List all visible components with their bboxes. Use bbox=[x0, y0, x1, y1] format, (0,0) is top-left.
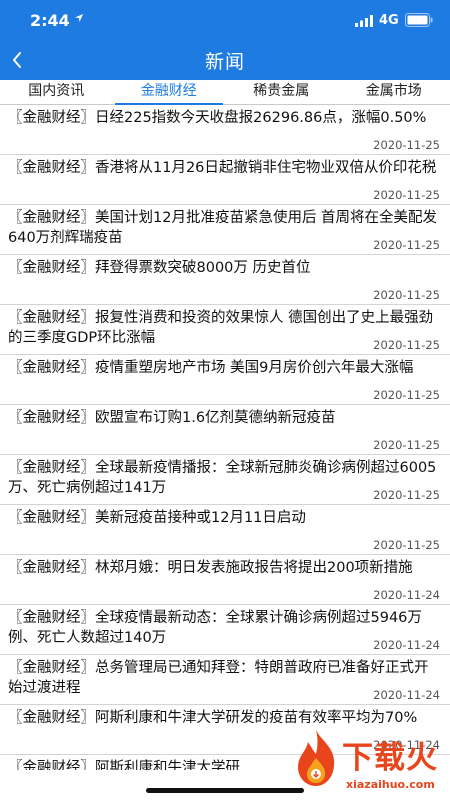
news-date: 2020-11-25 bbox=[373, 238, 440, 252]
news-item[interactable]: 〖金融财经〗疫情重塑房地产市场 美国9月房价创六年最大涨幅 2020-11-25 bbox=[0, 355, 450, 405]
news-date: 2020-11-25 bbox=[373, 288, 440, 302]
status-time: 2:44 bbox=[30, 11, 70, 30]
news-date: 2020-11-25 bbox=[373, 488, 440, 502]
tab-metal-market[interactable]: 金属市场 bbox=[338, 80, 450, 104]
watermark-url: xiazaihuo.com bbox=[346, 778, 435, 791]
news-title: 〖金融财经〗疫情重塑房地产市场 美国9月房价创六年最大涨幅 bbox=[8, 360, 414, 376]
news-title: 〖金融财经〗林郑月娥：明日发表施政报告将提出200项新措施 bbox=[8, 560, 413, 576]
home-indicator bbox=[146, 788, 304, 793]
news-item[interactable]: 〖金融财经〗总务管理局已通知拜登：特朗普政府已准备好正式开始过渡进程 2020-… bbox=[0, 655, 450, 705]
news-item[interactable]: 〖金融财经〗林郑月娥：明日发表施政报告将提出200项新措施 2020-11-24 bbox=[0, 555, 450, 605]
news-date: 2020-11-24 bbox=[373, 638, 440, 652]
news-title: 〖金融财经〗美新冠疫苗接种或12月11日启动 bbox=[8, 510, 306, 526]
news-item[interactable]: 〖金融财经〗美新冠疫苗接种或12月11日启动 2020-11-25 bbox=[0, 505, 450, 555]
tab-precious-metals[interactable]: 稀贵金属 bbox=[225, 80, 338, 104]
tab-domestic-news[interactable]: 国内资讯 bbox=[0, 80, 113, 104]
news-item[interactable]: 〖金融财经〗欧盟宣布订购1.6亿剂莫德纳新冠疫苗 2020-11-25 bbox=[0, 405, 450, 455]
network-type: 4G bbox=[379, 13, 399, 28]
news-date: 2020-11-25 bbox=[373, 388, 440, 402]
news-title: 〖金融财经〗香港将从11月26日起撤销非住宅物业双倍从价印花税 bbox=[8, 160, 437, 176]
nav-bar: 新闻 bbox=[0, 40, 450, 80]
news-date: 2020-11-25 bbox=[373, 188, 440, 202]
watermark-logo: 下载火 xiazaihuo.com bbox=[292, 728, 450, 800]
news-title: 〖金融财经〗拜登得票数突破8000万 历史首位 bbox=[8, 260, 311, 276]
cellular-signal-icon bbox=[355, 15, 373, 27]
news-item[interactable]: 〖金融财经〗香港将从11月26日起撤销非住宅物业双倍从价印花税 2020-11-… bbox=[0, 155, 450, 205]
news-list: 〖金融财经〗日经225指数今天收盘报26296.86点，涨幅0.50% 2020… bbox=[0, 105, 450, 770]
news-date: 2020-11-25 bbox=[373, 138, 440, 152]
location-arrow-icon bbox=[75, 14, 83, 22]
category-tabs: 国内资讯 金融财经 稀贵金属 金属市场 bbox=[0, 80, 450, 105]
news-item[interactable]: 〖金融财经〗美国计划12月批准疫苗紧急使用后 首周将在全美配发640万剂辉瑞疫苗… bbox=[0, 205, 450, 255]
news-title: 〖金融财经〗阿斯利康和牛津大学研发的疫苗有效率平均为70% bbox=[8, 710, 418, 726]
news-date: 2020-11-24 bbox=[373, 588, 440, 602]
news-title: 〖金融财经〗欧盟宣布订购1.6亿剂莫德纳新冠疫苗 bbox=[8, 410, 336, 426]
battery-icon bbox=[405, 13, 433, 27]
news-title: 〖金融财经〗日经225指数今天收盘报26296.86点，涨幅0.50% bbox=[8, 110, 427, 126]
flame-logo-icon bbox=[298, 730, 335, 786]
status-bar: 2:44 4G bbox=[0, 0, 450, 40]
news-date: 2020-11-25 bbox=[373, 538, 440, 552]
news-item[interactable]: 〖金融财经〗全球疫情最新动态：全球累计确诊病例超过5946万例、死亡人数超过14… bbox=[0, 605, 450, 655]
watermark-brand: 下载火 bbox=[342, 740, 438, 776]
page-title: 新闻 bbox=[204, 51, 245, 73]
news-item[interactable]: 〖金融财经〗拜登得票数突破8000万 历史首位 2020-11-25 bbox=[0, 255, 450, 305]
news-item[interactable]: 〖金融财经〗报复性消费和投资的效果惊人 德国创出了史上最强劲的三季度GDP环比涨… bbox=[0, 305, 450, 355]
tab-finance[interactable]: 金融财经 bbox=[113, 80, 226, 105]
news-item[interactable]: 〖金融财经〗全球最新疫情播报：全球新冠肺炎确诊病例超过6005万、死亡病例超过1… bbox=[0, 455, 450, 505]
news-item[interactable]: 〖金融财经〗日经225指数今天收盘报26296.86点，涨幅0.50% 2020… bbox=[0, 105, 450, 155]
news-date: 2020-11-25 bbox=[373, 338, 440, 352]
news-date: 2020-11-25 bbox=[373, 438, 440, 452]
news-date: 2020-11-24 bbox=[373, 688, 440, 702]
